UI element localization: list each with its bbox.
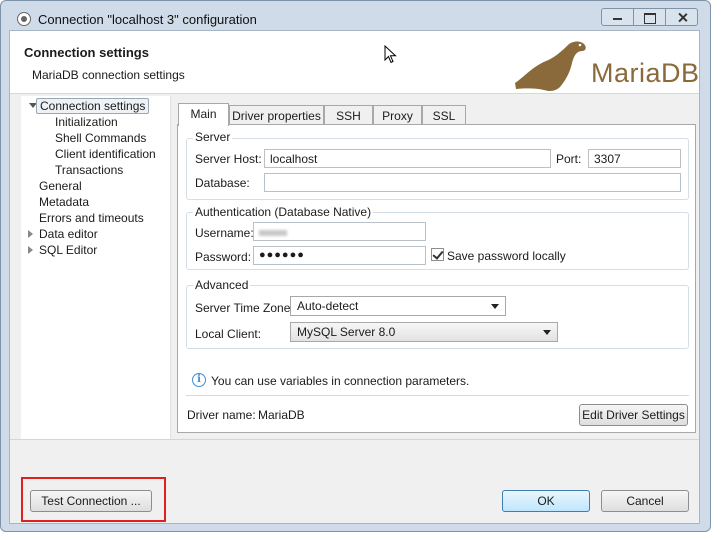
password-label: Password:: [195, 250, 252, 264]
port-label: Port:: [556, 152, 582, 166]
header-title: Connection settings: [24, 45, 149, 60]
ok-button[interactable]: OK: [502, 490, 590, 512]
driver-name-value: MariaDB: [258, 408, 305, 422]
footer-separator: [10, 439, 699, 440]
server-host-label: Server Host:: [195, 152, 262, 166]
minimize-icon[interactable]: [602, 9, 634, 25]
tree-item-errors-timeouts[interactable]: Errors and timeouts: [39, 211, 144, 225]
local-client-label: Local Client:: [195, 327, 262, 341]
info-icon: i: [192, 373, 206, 387]
database-label: Database:: [195, 176, 250, 190]
tree-item-shell-commands[interactable]: Shell Commands: [55, 131, 146, 145]
timezone-value: Auto-detect: [297, 299, 359, 313]
info-message: You can use variables in connection para…: [211, 374, 470, 388]
tab-main[interactable]: Main: [178, 103, 229, 126]
tree-item-transactions[interactable]: Transactions: [55, 163, 123, 177]
edit-driver-settings-button[interactable]: Edit Driver Settings: [579, 404, 688, 426]
close-icon[interactable]: [666, 9, 697, 25]
save-password-label: Save password locally: [447, 249, 566, 263]
tab-ssh[interactable]: SSH: [324, 105, 373, 125]
driver-name-label: Driver name:: [187, 408, 256, 422]
local-client-select[interactable]: MySQL Server 8.0: [290, 322, 558, 342]
tab-ssl[interactable]: SSL: [422, 105, 466, 125]
tree-item-client-identification[interactable]: Client identification: [55, 147, 156, 161]
tree-item-connection-settings[interactable]: Connection settings: [36, 98, 150, 114]
timezone-select[interactable]: Auto-detect: [290, 296, 506, 316]
mariadb-seal-logo: [515, 41, 586, 91]
save-password-checkbox[interactable]: [431, 248, 444, 261]
port-input[interactable]: 3307: [588, 149, 681, 168]
tab-proxy[interactable]: Proxy: [373, 105, 422, 125]
server-group-label: Server: [193, 130, 233, 144]
app-icon: [17, 12, 31, 26]
dropdown-arrow-icon: [491, 304, 499, 309]
password-input[interactable]: ●●●●●●: [253, 246, 426, 265]
username-label: Username:: [195, 226, 254, 240]
window-title: Connection "localhost 3" configuration: [38, 12, 257, 27]
tree-item-initialization[interactable]: Initialization: [55, 115, 118, 129]
expand-chevron-icon[interactable]: [28, 246, 33, 254]
mouse-cursor-icon: [384, 45, 397, 64]
tree-item-data-editor[interactable]: Data editor: [39, 227, 98, 241]
header-subtitle: MariaDB connection settings: [32, 68, 185, 82]
separator: [186, 395, 689, 396]
mariadb-logo-text: MariaDB: [591, 58, 700, 88]
maximize-icon[interactable]: [634, 9, 666, 25]
auth-group-label: Authentication (Database Native): [193, 205, 374, 219]
local-client-value: MySQL Server 8.0: [297, 325, 396, 339]
window-controls: [601, 8, 698, 26]
username-input[interactable]: [253, 222, 426, 241]
server-host-input[interactable]: localhost: [264, 149, 551, 168]
highlight-box: [21, 477, 166, 522]
expand-chevron-icon[interactable]: [28, 230, 33, 238]
cancel-button[interactable]: Cancel: [601, 490, 689, 512]
tree-item-general[interactable]: General: [39, 179, 82, 193]
timezone-label: Server Time Zone:: [195, 301, 294, 315]
tab-driver-properties[interactable]: Driver properties: [229, 105, 324, 125]
tree-item-metadata[interactable]: Metadata: [39, 195, 89, 209]
advanced-group-label: Advanced: [193, 278, 251, 292]
main-tab-pane: Server Server Host: localhost Port: 3307…: [177, 124, 696, 433]
blurred-username: [259, 230, 287, 236]
database-input[interactable]: [264, 173, 681, 192]
dropdown-arrow-icon: [543, 330, 551, 335]
tree-item-sql-editor[interactable]: SQL Editor: [39, 243, 97, 257]
